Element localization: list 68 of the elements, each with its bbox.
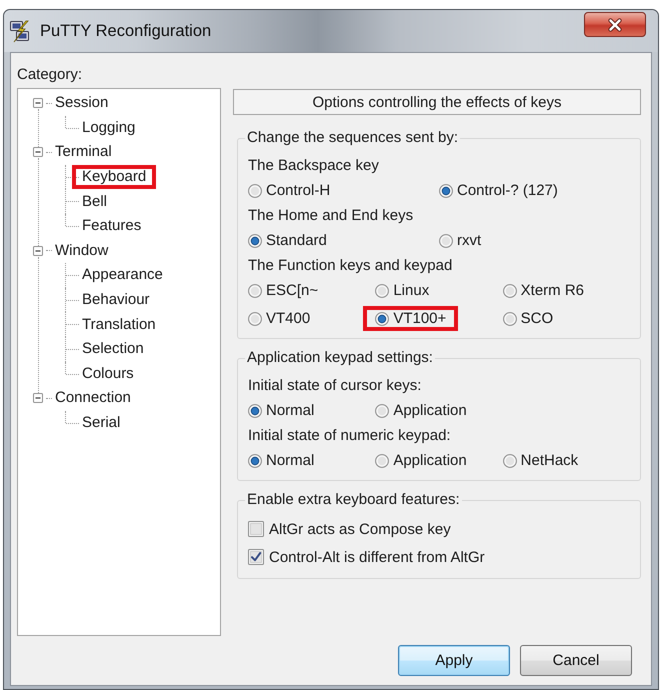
tree-item[interactable]: Bell <box>82 194 108 210</box>
radio-icon[interactable] <box>248 184 262 198</box>
radio-icon[interactable] <box>248 404 262 418</box>
tree-item[interactable]: Terminal <box>55 144 112 160</box>
checkbox-icon[interactable] <box>248 521 264 537</box>
radio-option[interactable]: Normal <box>248 398 314 423</box>
close-button[interactable] <box>584 12 646 37</box>
tree-item[interactable]: Behaviour <box>82 292 150 308</box>
setting-label: Initial state of numeric keypad: <box>248 426 451 446</box>
tree-item[interactable]: Selection <box>82 341 144 358</box>
tree-item[interactable]: Appearance <box>82 267 163 284</box>
tree-item[interactable]: Connection <box>55 390 131 406</box>
radio-icon[interactable] <box>375 404 390 418</box>
setting-label: The Home and End keys <box>248 206 414 226</box>
radio-icon[interactable] <box>248 234 262 248</box>
radio-option[interactable]: NetHack <box>502 448 578 473</box>
tree-item[interactable]: Logging <box>82 120 136 136</box>
checkbox-option[interactable]: Control-Alt is different from AltGr <box>248 543 485 571</box>
tree-item[interactable]: Keyboard <box>72 165 156 190</box>
tree-item[interactable]: Colours <box>82 366 134 382</box>
minus-icon[interactable] <box>33 246 43 256</box>
radio-option[interactable]: Linux <box>375 278 430 303</box>
radio-option[interactable]: VT100+ <box>363 306 458 331</box>
tree-item[interactable]: Translation <box>82 316 156 333</box>
radio-icon[interactable] <box>502 312 517 326</box>
radio-option[interactable]: ESC[n~ <box>248 278 318 303</box>
dialog-button[interactable]: Cancel <box>520 645 632 676</box>
radio-option[interactable]: Application <box>375 448 467 473</box>
radio-option[interactable]: Application <box>375 398 467 423</box>
setting-label: The Function keys and keypad <box>248 256 452 276</box>
radio-option[interactable]: VT400 <box>248 306 310 331</box>
radio-icon[interactable] <box>375 454 390 468</box>
radio-icon[interactable] <box>248 284 262 298</box>
radio-icon[interactable] <box>439 234 453 248</box>
radio-option[interactable]: rxvt <box>439 228 482 253</box>
radio-icon[interactable] <box>375 312 390 326</box>
radio-option[interactable]: Control-? (127) <box>439 178 558 203</box>
tree-item[interactable]: Features <box>82 218 142 234</box>
panel-header: Options controlling the effects of keys <box>233 89 641 115</box>
group-title: Change the sequences sent by: <box>246 129 459 147</box>
radio-option[interactable]: SCO <box>502 306 554 331</box>
radio-icon[interactable] <box>375 284 390 298</box>
checkbox-option[interactable]: AltGr acts as Compose key <box>248 515 451 543</box>
window-title: PuTTY Reconfiguration <box>40 22 212 40</box>
dialog-button[interactable]: Apply <box>398 645 510 676</box>
radio-option[interactable]: Standard <box>248 228 327 253</box>
tree-item[interactable]: Session <box>55 95 108 112</box>
radio-icon[interactable] <box>502 284 517 298</box>
group-title: Application keypad settings: <box>246 349 434 367</box>
close-icon <box>607 18 623 32</box>
radio-icon[interactable] <box>502 454 517 468</box>
minus-icon[interactable] <box>33 98 43 108</box>
group-title: Enable extra keyboard features: <box>246 491 461 509</box>
minus-icon[interactable] <box>33 393 43 404</box>
radio-icon[interactable] <box>439 184 453 198</box>
tree-item[interactable]: Window <box>55 242 108 259</box>
checkbox-icon[interactable] <box>248 549 264 565</box>
category-label: Category: <box>17 65 84 85</box>
radio-icon[interactable] <box>248 312 262 326</box>
setting-label: Initial state of cursor keys: <box>248 376 422 396</box>
computer-icon <box>9 20 31 42</box>
radio-option[interactable]: Normal <box>248 448 314 473</box>
radio-icon[interactable] <box>248 454 262 468</box>
radio-option[interactable]: Xterm R6 <box>502 278 584 303</box>
minus-icon[interactable] <box>33 147 43 158</box>
radio-option[interactable]: Control-H <box>248 178 330 203</box>
setting-label: The Backspace key <box>248 156 379 176</box>
tree-item[interactable]: Serial <box>82 415 120 432</box>
